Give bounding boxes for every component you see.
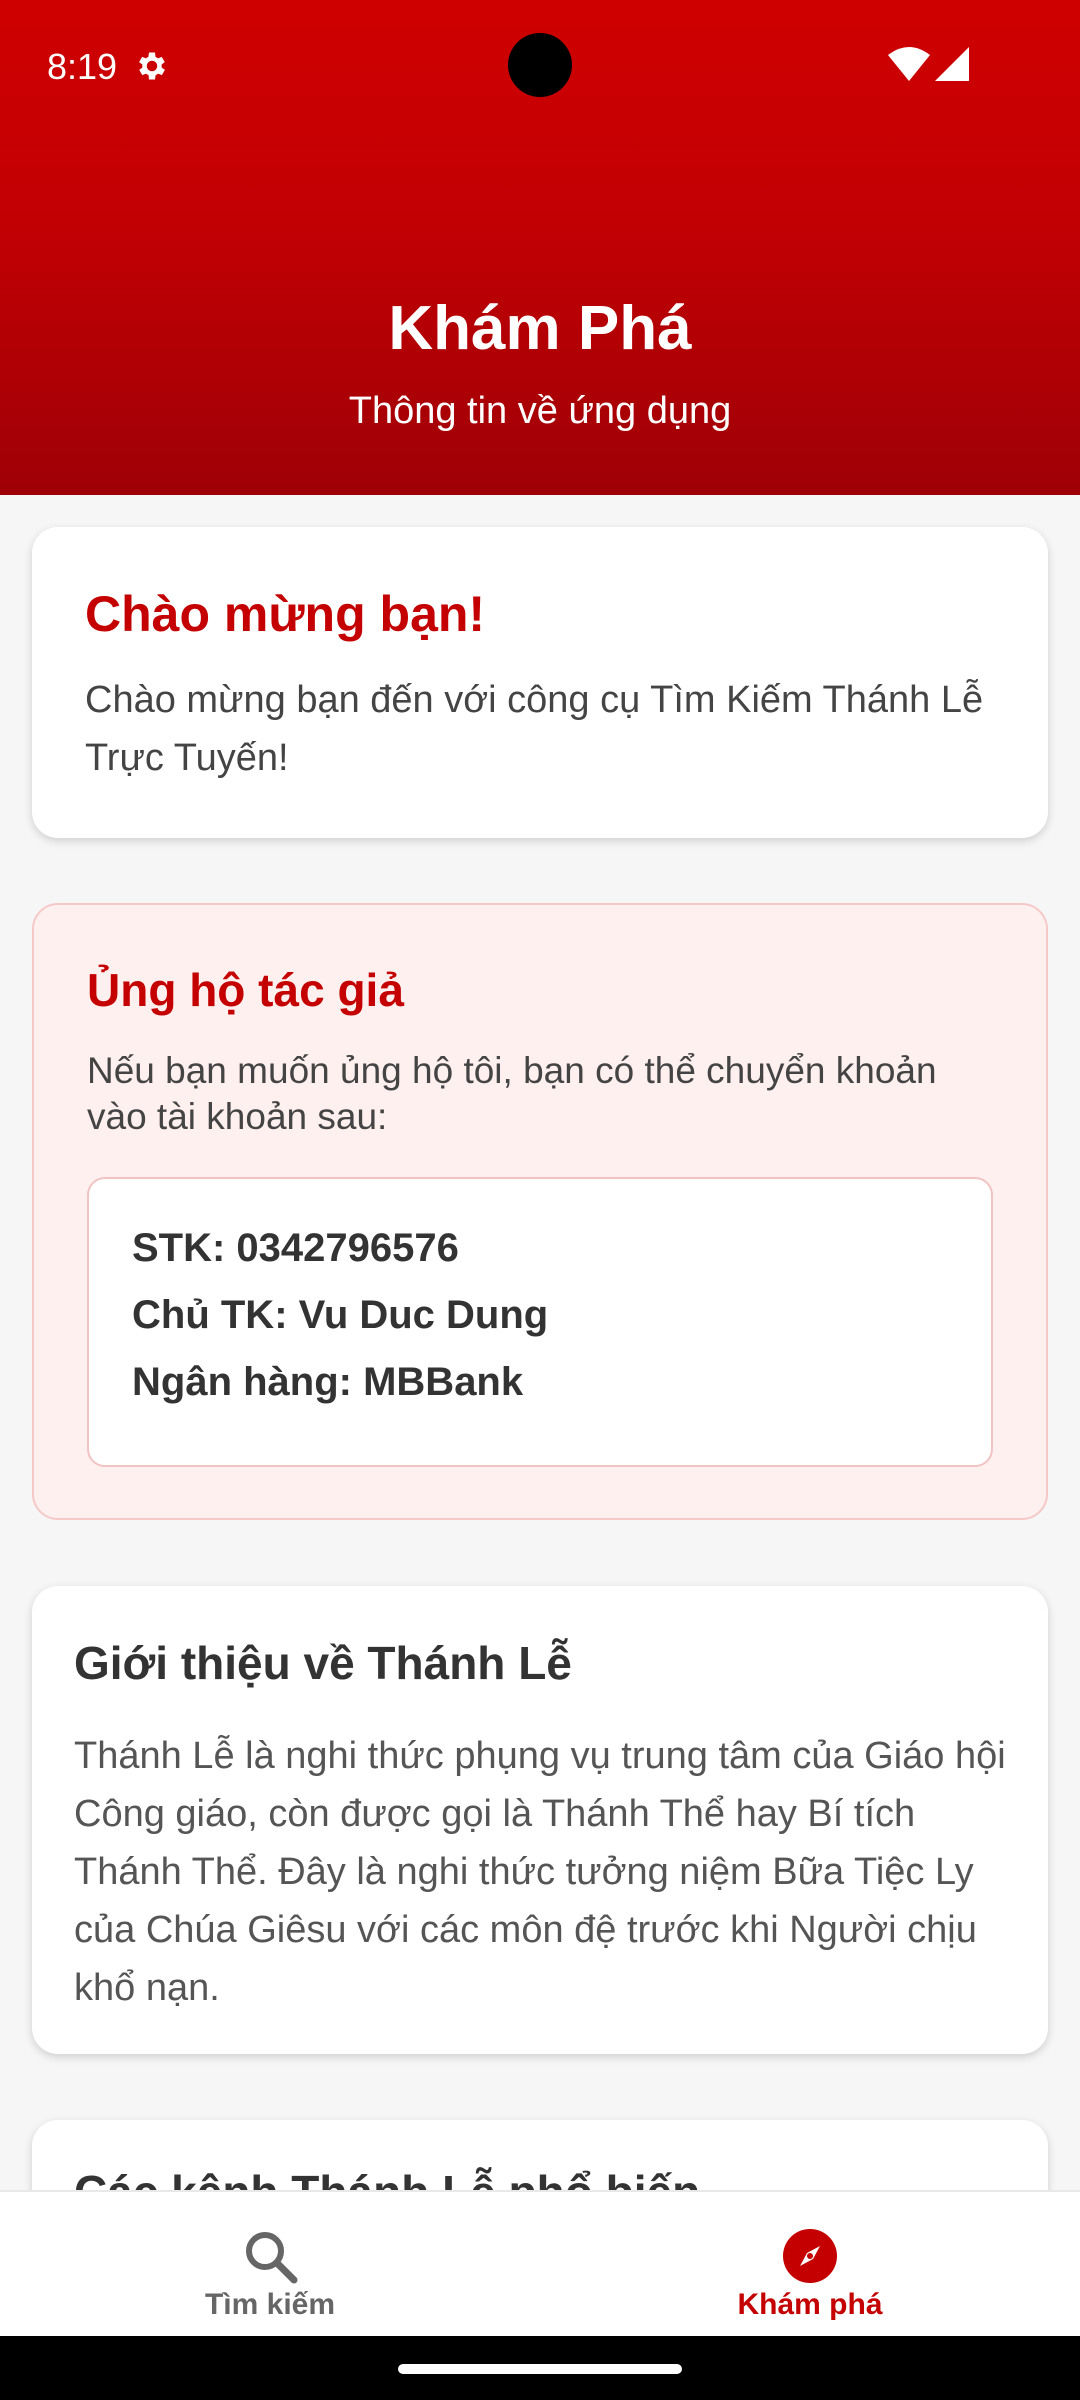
support-title: Ủng hộ tác giả xyxy=(87,964,404,1016)
wifi-icon xyxy=(888,47,930,81)
status-time: 8:19 xyxy=(47,46,118,87)
gesture-bar xyxy=(0,2336,1080,2400)
bottom-nav: Tìm kiếm Khám phá xyxy=(0,2190,1080,2336)
nav-label-explore: Khám phá xyxy=(737,2288,883,2321)
app-header: 8:19 Khám Phá Thông tin về ứng dụng xyxy=(0,0,1080,495)
page-subtitle: Thông tin về ứng dụng xyxy=(348,390,732,432)
intro-title: Giới thiệu về Thánh Lễ xyxy=(74,1637,572,1689)
welcome-text: Chào mừng bạn đến với công cụ Tìm Kiếm T… xyxy=(85,679,984,779)
bank-name: Ngân hàng: MBBank xyxy=(132,1360,524,1404)
bank-account-box: STK: 0342796576 Chủ TK: Vu Duc Dung Ngân… xyxy=(87,1177,993,1467)
gesture-handle[interactable] xyxy=(398,2364,682,2374)
account-holder: Chủ TK: Vu Duc Dung xyxy=(132,1293,549,1337)
nav-item-search[interactable]: Tìm kiếm xyxy=(0,2192,540,2338)
gear-icon xyxy=(139,52,165,80)
intro-card: Giới thiệu về Thánh Lễ Thánh Lễ là nghi … xyxy=(32,1586,1048,2054)
account-number: STK: 0342796576 xyxy=(132,1226,459,1270)
welcome-card: Chào mừng bạn! Chào mừng bạn đến với côn… xyxy=(32,527,1048,838)
search-icon xyxy=(246,2232,298,2284)
page-title: Khám Phá xyxy=(388,294,692,363)
compass-icon xyxy=(783,2229,837,2283)
signal-icon xyxy=(935,47,969,81)
welcome-title: Chào mừng bạn! xyxy=(85,586,486,642)
intro-text: Thánh Lễ là nghi thức phụng vụ trung tâm… xyxy=(74,1735,1006,2009)
support-card: Ủng hộ tác giả Nếu bạn muốn ủng hộ tôi, … xyxy=(32,903,1048,1520)
camera-cutout xyxy=(508,33,572,97)
nav-label-search: Tìm kiếm xyxy=(204,2288,336,2321)
support-text: Nếu bạn muốn ủng hộ tôi, bạn có thể chuy… xyxy=(87,1050,937,1137)
nav-item-explore[interactable]: Khám phá xyxy=(540,2192,1080,2338)
